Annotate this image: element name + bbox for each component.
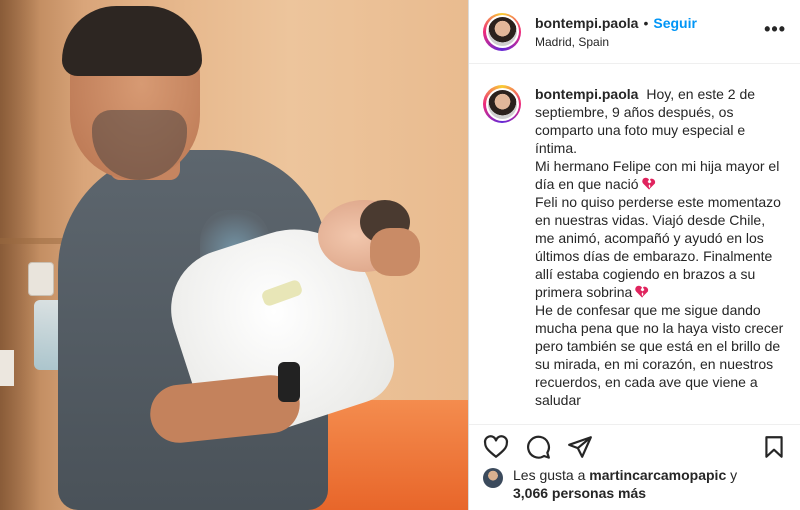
likes-count[interactable]: 3,066 personas más bbox=[513, 485, 646, 501]
separator-dot: • bbox=[643, 14, 649, 31]
broken-heart-emoji-icon bbox=[641, 177, 655, 190]
avatar-picture bbox=[487, 17, 517, 46]
instagram-post: bontempi.paola • Seguir Madrid, Spain ••… bbox=[0, 0, 800, 510]
caption-text: Feli no quiso perderse este momentazo en… bbox=[535, 194, 781, 300]
post-side-panel: bontempi.paola • Seguir Madrid, Spain ••… bbox=[468, 0, 800, 510]
photo-wristband bbox=[278, 362, 300, 402]
photo-man-hand bbox=[370, 228, 420, 276]
caption-body: bontempi.paola Hoy, en este 2 de septiem… bbox=[535, 85, 785, 420]
caption-author-avatar[interactable] bbox=[483, 85, 521, 123]
post-location[interactable]: Madrid, Spain bbox=[535, 35, 697, 49]
broken-heart-emoji-icon bbox=[635, 285, 649, 298]
likes-prefix: Les gusta a bbox=[513, 467, 586, 483]
comment-bubble-icon[interactable] bbox=[525, 434, 551, 460]
more-options-icon[interactable]: ••• bbox=[764, 20, 786, 38]
bookmark-icon[interactable] bbox=[761, 434, 787, 460]
avatar-ring-inner bbox=[485, 15, 519, 48]
post-caption: bontempi.paola Hoy, en este 2 de septiem… bbox=[469, 65, 800, 420]
caption-paragraph: He de confesar que me sigue dando mucha … bbox=[535, 301, 785, 409]
photo-wall-shadow bbox=[0, 0, 40, 510]
caption-text: He de confesar que me sigue dando mucha … bbox=[535, 302, 784, 408]
author-avatar[interactable] bbox=[483, 12, 521, 51]
post-actions-bar bbox=[469, 424, 800, 468]
photo-wall-outlet bbox=[28, 262, 54, 296]
post-header: bontempi.paola • Seguir Madrid, Spain ••… bbox=[469, 0, 800, 64]
photo-man-hair bbox=[62, 6, 202, 76]
caption-paragraph: Mi hermano Felipe con mi hija mayor el d… bbox=[535, 157, 785, 193]
author-username[interactable]: bontempi.paola bbox=[535, 15, 638, 31]
liker-username[interactable]: martincarcamopapic bbox=[589, 467, 726, 483]
caption-avatar-ring-inner bbox=[485, 87, 519, 121]
paper-plane-icon[interactable] bbox=[567, 434, 593, 460]
caption-paragraph: Feli no quiso perderse este momentazo en… bbox=[535, 193, 785, 301]
likes-summary: Les gusta a martincarcamopapic y 3,066 p… bbox=[483, 466, 737, 502]
likes-text: Les gusta a martincarcamopapic y 3,066 p… bbox=[513, 466, 737, 502]
header-text: bontempi.paola • Seguir Madrid, Spain bbox=[535, 15, 697, 49]
likes-conjunction: y bbox=[730, 467, 738, 483]
post-photo[interactable] bbox=[0, 0, 468, 510]
header-line: bontempi.paola • Seguir bbox=[535, 15, 697, 31]
liker-avatar[interactable] bbox=[483, 468, 503, 488]
heart-outline-icon[interactable] bbox=[483, 434, 509, 460]
caption-username[interactable]: bontempi.paola bbox=[535, 86, 638, 102]
caption-text: Mi hermano Felipe con mi hija mayor el d… bbox=[535, 158, 780, 192]
caption-paragraph: bontempi.paola Hoy, en este 2 de septiem… bbox=[535, 85, 785, 157]
photo-switch bbox=[0, 350, 14, 386]
follow-button[interactable]: Seguir bbox=[653, 15, 697, 31]
caption-avatar-picture bbox=[487, 89, 517, 119]
